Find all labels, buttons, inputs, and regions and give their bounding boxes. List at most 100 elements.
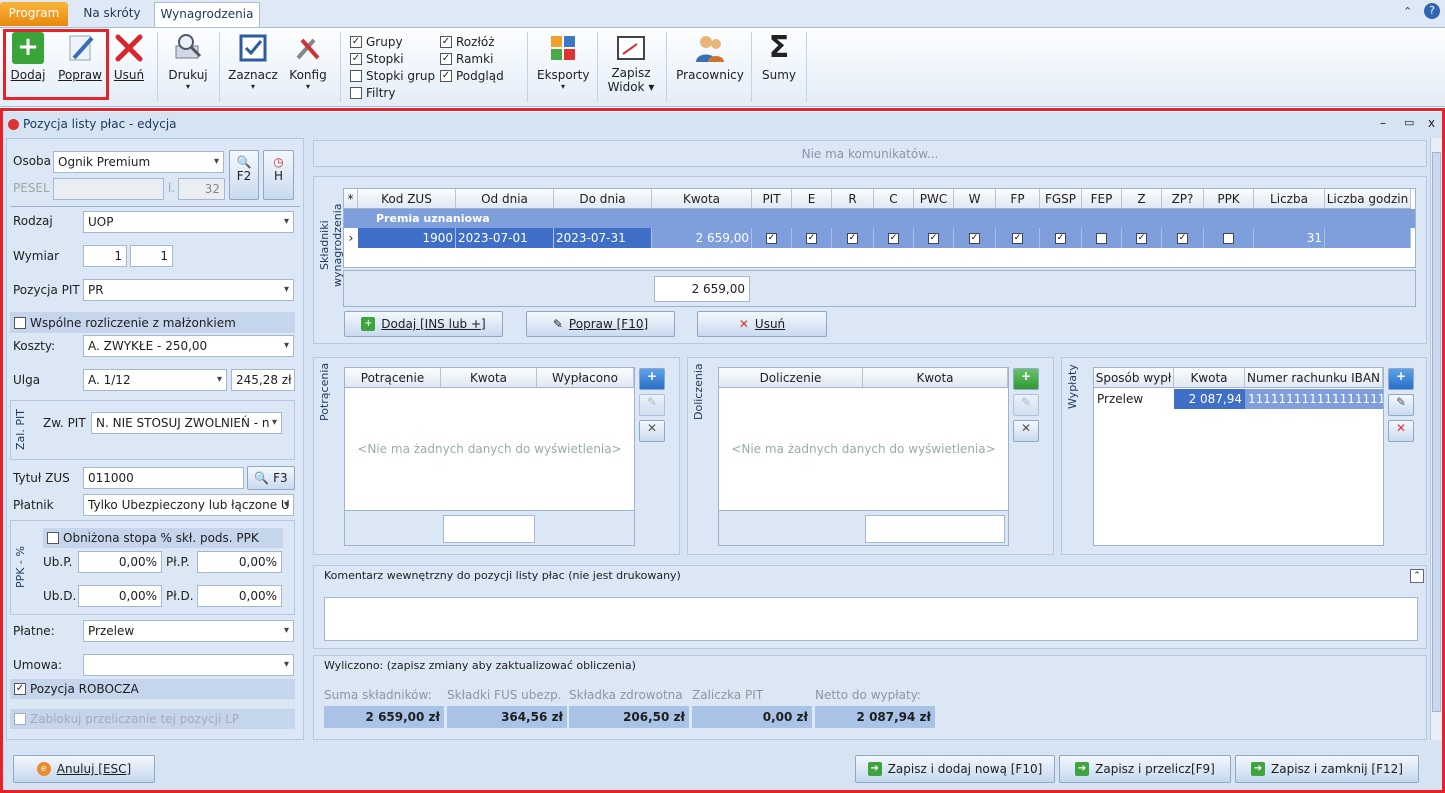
zwpit-select[interactable]: N. NIE STOSUJ ZWOLNIEŃ - n [91,412,282,434]
vertical-scrollbar[interactable] [1430,138,1442,740]
cell-od[interactable]: 2023-07-01 [456,228,554,248]
wspolne-checkbox[interactable]: Wspólne rozliczenie z małżonkiem [10,312,295,333]
payout-amount[interactable]: 2 087,94 [1174,389,1245,409]
wymiar-denominator[interactable]: 1 [130,245,173,267]
col-6[interactable]: R [832,189,874,209]
col-13[interactable]: Z [1122,189,1162,209]
edit-addition-button[interactable]: ✎ [1013,394,1039,416]
col-10[interactable]: FP [996,189,1040,209]
col-3[interactable]: Kwota [652,189,752,209]
cell-flag[interactable]: ✓ [954,228,996,248]
checkbox-icon[interactable]: ✓ [1055,233,1066,244]
cell-flag[interactable]: ✓ [832,228,874,248]
delete-button[interactable]: Usuń [112,32,146,82]
export-button[interactable]: Eksporty ▾ [537,32,589,91]
cell-kwota[interactable]: 2 659,00 [652,228,752,248]
col-5[interactable]: E [792,189,832,209]
history-button[interactable]: ◷ H [263,150,294,200]
platne-select[interactable]: Przelew [83,620,294,642]
help-icon[interactable]: ? [1424,3,1440,19]
cancel-button[interactable]: e Anuluj [ESC] [13,755,155,783]
minimize-icon[interactable]: – [1380,116,1386,130]
col-11[interactable]: FGSP [1040,189,1082,209]
cell-flag[interactable]: ✓ [914,228,954,248]
group-row[interactable]: Premia uznaniowa [344,209,1415,228]
checkbox-icon[interactable]: ✓ [806,233,817,244]
edit-deduction-button[interactable]: ✎ [639,394,665,416]
col-iban[interactable]: Numer rachunku IBAN [1245,368,1383,388]
checkbox-icon[interactable]: ✓ [928,233,939,244]
add-component-button[interactable]: + Dodaj [INS lub +] [344,311,503,337]
edit-component-button[interactable]: ✎ Popraw [F10] [526,311,675,337]
save-add-new-button[interactable]: ➔ Zapisz i dodaj nową [F10] [855,755,1055,783]
robocza-checkbox[interactable]: ✓ Pozycja ROBOCZA [10,679,295,699]
ulga-select[interactable]: A. 1/12 [83,369,227,391]
collapse-comment-icon[interactable]: ⌃ [1410,569,1424,583]
tab-program[interactable]: Program [0,2,68,26]
check-grupy[interactable]: ✓ Grupy [350,35,403,49]
comment-textarea[interactable] [324,597,1418,641]
platnik-select[interactable]: Tylko Ubezpieczony lub łączone U [83,494,294,516]
umowa-select[interactable] [83,654,294,676]
cell-flag[interactable]: ✓ [874,228,914,248]
cell-flag[interactable]: ✓ [1162,228,1204,248]
sums-button[interactable]: Σ Sumy [760,32,798,83]
check-ramki[interactable]: ✓ Ramki [440,52,493,66]
payout-iban[interactable]: 1111111111111111111 [1245,389,1383,409]
tab-wynagrodzenia[interactable]: Wynagrodzenia [154,2,260,27]
check-filtry[interactable]: Filtry [350,86,395,100]
tytul-field[interactable]: 011000 [83,467,244,489]
col-17[interactable]: Liczba godzin [1325,189,1411,209]
rodzaj-select[interactable]: UOP [83,211,294,233]
ubp-field[interactable]: 0,00% [78,551,162,573]
col-kwota[interactable]: Kwota [863,368,1008,388]
osoba-select[interactable]: Ognik Premium [53,151,224,173]
add-addition-button[interactable]: + [1013,368,1039,390]
check-rozloz[interactable]: ✓ Rozłóż [440,35,495,49]
edit-button[interactable]: Popraw [56,32,104,82]
delete-deduction-button[interactable]: ✕ [639,420,665,442]
checkbox-icon[interactable]: ✓ [888,233,899,244]
pld-field[interactable]: 0,00% [197,585,282,607]
col-8[interactable]: PWC [914,189,954,209]
save-close-button[interactable]: ➔ Zapisz i zamknij [F12] [1235,755,1419,783]
col-wyplacono[interactable]: Wypłacono [537,368,634,388]
search-person-button[interactable]: 🔍 F2 [229,150,259,200]
col-kwota[interactable]: Kwota [1174,368,1245,388]
tytul-search-button[interactable]: 🔍 F3 [247,466,295,490]
add-button[interactable]: + Dodaj [10,32,46,82]
col-potracenie[interactable]: Potrącenie [345,368,441,388]
cell-flag[interactable] [1082,228,1122,248]
cell-flag[interactable]: ✓ [792,228,832,248]
delete-addition-button[interactable]: ✕ [1013,420,1039,442]
check-stopki[interactable]: ✓ Stopki [350,52,404,66]
cell-flag[interactable]: ✓ [752,228,792,248]
col-12[interactable]: FEP [1082,189,1122,209]
collapse-ribbon-icon[interactable]: ⌃ [1403,5,1412,18]
maximize-icon[interactable]: ▭ [1404,116,1414,129]
obnizona-checkbox[interactable]: Obniżona stopa % skł. pods. PPK [43,528,283,548]
edit-payout-button[interactable]: ✎ [1388,394,1414,416]
cell-flag[interactable]: ✓ [1122,228,1162,248]
add-deduction-button[interactable]: + [639,368,665,390]
col-kwota[interactable]: Kwota [441,368,537,388]
delete-payout-button[interactable]: ✕ [1388,420,1414,442]
pit-select[interactable]: PR [83,279,294,301]
save-recalc-button[interactable]: ➔ Zapisz i przelicz[F9] [1059,755,1231,783]
cell-do[interactable]: 2023-07-31 [554,228,652,248]
ulga-amount[interactable]: 245,28 zł [231,369,295,391]
tab-na-skroty[interactable]: Na skróty [72,2,152,27]
save-view-button[interactable]: Zapisz Widok ▾ [606,32,656,94]
wymiar-numerator[interactable]: 1 [83,245,127,267]
employees-button[interactable]: Pracownicy [676,32,744,82]
checkbox-icon[interactable]: ✓ [1012,233,1023,244]
col-4[interactable]: PIT [752,189,792,209]
col-2[interactable]: Do dnia [554,189,652,209]
ubd-field[interactable]: 0,00% [78,585,162,607]
mark-button[interactable]: Zaznacz ▾ [228,32,278,91]
cell-kod[interactable]: 1900 [358,228,456,248]
checkbox-icon[interactable]: ✓ [1136,233,1147,244]
close-icon[interactable]: x [1428,116,1435,130]
col-1[interactable]: Od dnia [456,189,554,209]
cell-dni[interactable]: 31 [1254,228,1325,248]
